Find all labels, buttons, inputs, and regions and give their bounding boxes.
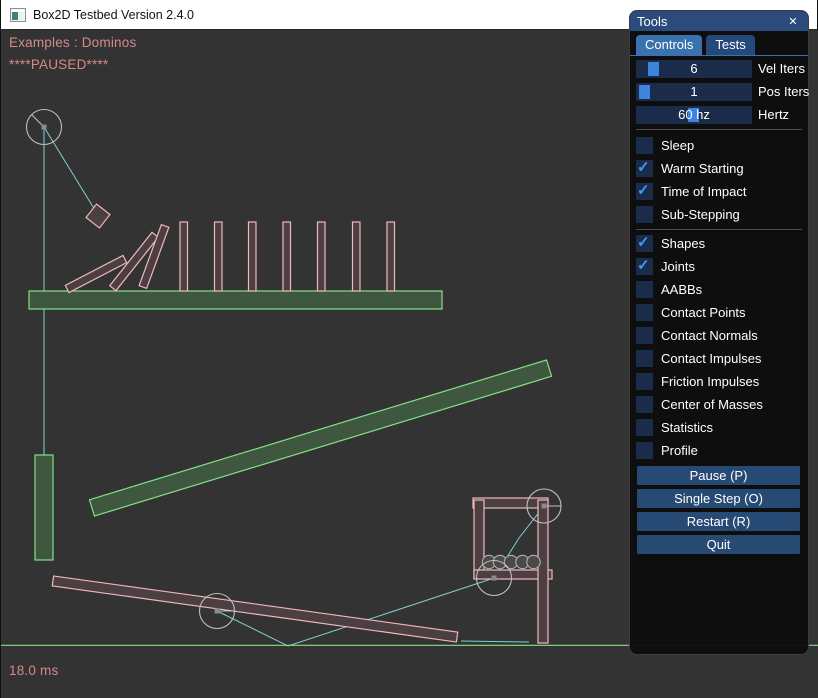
tools-panel-title: Tools (637, 14, 667, 29)
tools-panel-titlebar[interactable]: Tools ✕ (630, 11, 808, 31)
domino[interactable] (283, 222, 291, 291)
slider-value: 6 (636, 60, 752, 78)
checkbox-row-contact-impulses[interactable]: Contact Impulses (636, 350, 808, 367)
domino-shelf (29, 291, 442, 309)
checkbox-label: Warm Starting (661, 161, 744, 176)
domino[interactable] (387, 222, 395, 291)
button-group: Pause (P) Single Step (O) Restart (R) Qu… (636, 466, 808, 554)
checkbox-label: Joints (661, 259, 695, 274)
checkbox-label: Center of Masses (661, 397, 763, 412)
slider-value: 60 hz (636, 106, 752, 124)
domino[interactable] (180, 222, 188, 291)
pause-button[interactable]: Pause (P) (637, 466, 800, 485)
ramp (89, 360, 551, 516)
tools-panel: Tools ✕ Controls Tests 6 Vel Iters 1 Pos… (629, 10, 809, 655)
checkbox-row-contact-normals[interactable]: Contact Normals (636, 327, 808, 344)
checkbox[interactable] (636, 160, 653, 177)
checkbox-row-aabbs[interactable]: AABBs (636, 281, 808, 298)
body-center-markers (42, 125, 547, 614)
checkbox[interactable] (636, 442, 653, 459)
panel-close-icon[interactable]: ✕ (785, 13, 801, 29)
vel-iters-slider[interactable]: 6 Vel Iters (636, 60, 808, 78)
seesaw-plank[interactable] (52, 576, 458, 642)
joint-line (461, 641, 529, 642)
tab-tests[interactable]: Tests (706, 35, 754, 55)
checkbox-label: AABBs (661, 282, 702, 297)
panel-content: 6 Vel Iters 1 Pos Iters 60 hz Hertz Slee… (630, 56, 808, 554)
checkbox-row-sleep[interactable]: Sleep (636, 137, 808, 154)
checkbox[interactable] (636, 327, 653, 344)
shelf-balls[interactable] (482, 555, 540, 568)
checkbox-row-time-of-impact[interactable]: Time of Impact (636, 183, 808, 200)
separator (636, 229, 802, 230)
pos-iters-slider[interactable]: 1 Pos Iters (636, 83, 808, 101)
vertical-post (35, 455, 53, 560)
checkbox-row-shapes[interactable]: Shapes (636, 235, 808, 252)
checkbox[interactable] (636, 183, 653, 200)
hertz-slider[interactable]: 60 hz Hertz (636, 106, 808, 124)
static-bodies (29, 291, 552, 560)
slider-label: Pos Iters (758, 83, 809, 101)
checkbox-row-center-of-masses[interactable]: Center of Masses (636, 396, 808, 413)
checkbox-row-warm-starting[interactable]: Warm Starting (636, 160, 808, 177)
joint-line (44, 127, 98, 215)
domino[interactable] (318, 222, 326, 291)
checkbox[interactable] (636, 258, 653, 275)
checkbox-row-contact-points[interactable]: Contact Points (636, 304, 808, 321)
checkbox[interactable] (636, 419, 653, 436)
checkbox-label: Friction Impulses (661, 374, 759, 389)
separator (636, 129, 802, 130)
slider-label: Hertz (758, 106, 789, 124)
tab-controls[interactable]: Controls (636, 35, 702, 55)
example-label: Examples : Dominos (9, 35, 136, 50)
checkbox-label: Sub-Stepping (661, 207, 740, 222)
checkbox-label: Sleep (661, 138, 694, 153)
pendulum-box[interactable] (86, 204, 110, 228)
domino[interactable] (249, 222, 257, 291)
checkbox[interactable] (636, 373, 653, 390)
domino[interactable] (353, 222, 361, 291)
restart-button[interactable]: Restart (R) (637, 512, 800, 531)
frame-time-label: 18.0 ms (9, 663, 58, 678)
quit-button[interactable]: Quit (637, 535, 800, 554)
checkbox[interactable] (636, 350, 653, 367)
checkbox-row-joints[interactable]: Joints (636, 258, 808, 275)
checkbox-row-statistics[interactable]: Statistics (636, 419, 808, 436)
checkbox-row-friction-impulses[interactable]: Friction Impulses (636, 373, 808, 390)
frame-right-leg[interactable] (538, 500, 548, 643)
checkbox-label: Shapes (661, 236, 705, 251)
frame-left-leg[interactable] (474, 500, 484, 578)
checkbox[interactable] (636, 137, 653, 154)
domino[interactable] (215, 222, 223, 291)
single-step-button[interactable]: Single Step (O) (637, 489, 800, 508)
checkbox-label: Statistics (661, 420, 713, 435)
checkbox-label: Contact Impulses (661, 351, 761, 366)
checkbox-row-profile[interactable]: Profile (636, 442, 808, 459)
ball[interactable] (527, 555, 540, 568)
checkbox[interactable] (636, 281, 653, 298)
checkbox-label: Profile (661, 443, 698, 458)
app-window: Box2D Testbed Version 2.4.0 — □ ✕ (0, 0, 818, 698)
checkbox[interactable] (636, 206, 653, 223)
checkbox-label: Time of Impact (661, 184, 746, 199)
app-icon (10, 8, 26, 22)
window-title: Box2D Testbed Version 2.4.0 (33, 8, 194, 22)
checkbox[interactable] (636, 396, 653, 413)
checkbox[interactable] (636, 304, 653, 321)
checkbox-label: Contact Points (661, 305, 746, 320)
paused-label: ****PAUSED**** (9, 57, 108, 72)
slider-value: 1 (636, 83, 752, 101)
checkbox-label: Contact Normals (661, 328, 758, 343)
tab-bar: Controls Tests (630, 31, 808, 56)
checkbox-row-sub-stepping[interactable]: Sub-Stepping (636, 206, 808, 223)
slider-label: Vel Iters (758, 60, 805, 78)
checkbox[interactable] (636, 235, 653, 252)
